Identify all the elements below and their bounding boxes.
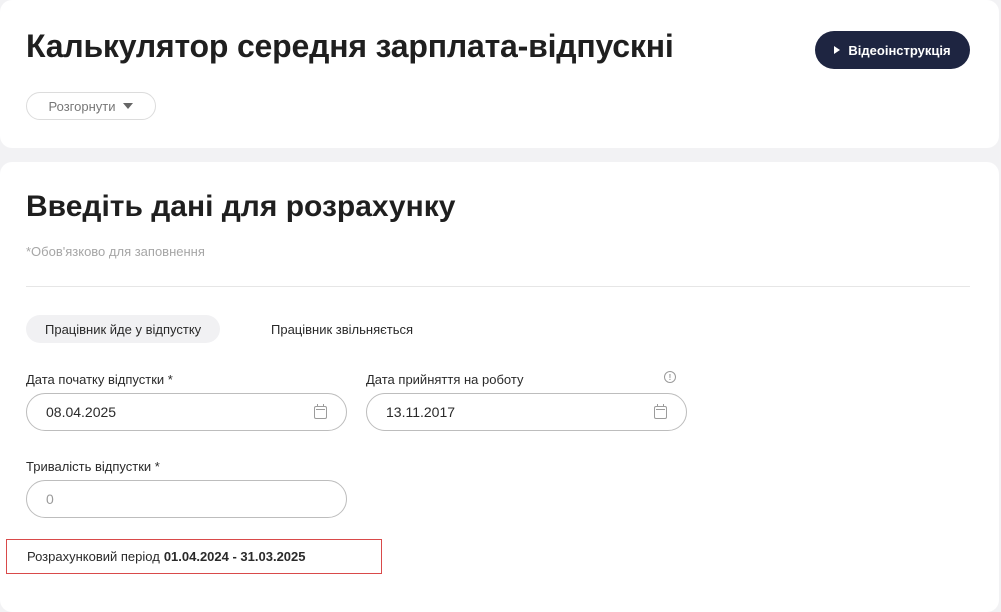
play-icon bbox=[834, 46, 841, 54]
calendar-icon[interactable] bbox=[654, 403, 667, 419]
vacation-start-value: 08.04.2025 bbox=[46, 404, 117, 420]
header-card: Калькулятор середня зарплата-відпускні В… bbox=[0, 0, 999, 148]
vacation-start-input[interactable]: 08.04.2025 bbox=[26, 393, 347, 431]
video-instruction-label: Відеоінструкція bbox=[848, 42, 951, 58]
hire-date-value: 13.11.2017 bbox=[386, 404, 456, 420]
period-value: 01.04.2024 - 31.03.2025 bbox=[163, 549, 306, 564]
caret-down-icon bbox=[123, 103, 134, 109]
expand-button-label: Розгорнути bbox=[48, 98, 116, 114]
info-icon[interactable]: ! bbox=[664, 371, 676, 383]
calculation-period: Розрахунковий період 01.04.2024 - 31.03.… bbox=[6, 539, 382, 574]
calendar-icon[interactable] bbox=[314, 403, 327, 419]
hire-date-input[interactable]: 13.11.2017 bbox=[366, 393, 687, 431]
video-instruction-button[interactable]: Відеоінструкція bbox=[815, 31, 970, 69]
duration-placeholder: 0 bbox=[46, 491, 54, 507]
form-title: Введіть дані для розрахунку bbox=[26, 190, 456, 223]
period-label: Розрахунковий період bbox=[27, 549, 160, 564]
form-card: Введіть дані для розрахунку *Обов'язково… bbox=[0, 162, 999, 612]
divider bbox=[26, 286, 970, 287]
tab-vacation[interactable]: Працівник йде у відпустку bbox=[26, 315, 221, 343]
hire-date-label: Дата прийняття на роботу bbox=[366, 372, 524, 387]
tab-dismissal[interactable]: Працівник звільняється bbox=[252, 315, 432, 343]
required-note: *Обов'язково для заповнення bbox=[26, 244, 205, 259]
vacation-start-label: Дата початку відпустки * bbox=[26, 372, 173, 387]
duration-input[interactable]: 0 bbox=[26, 480, 347, 518]
page-title: Калькулятор середня зарплата-відпускні bbox=[26, 28, 674, 64]
duration-label: Тривалість відпустки * bbox=[26, 459, 160, 474]
expand-button[interactable]: Розгорнути bbox=[26, 92, 156, 120]
